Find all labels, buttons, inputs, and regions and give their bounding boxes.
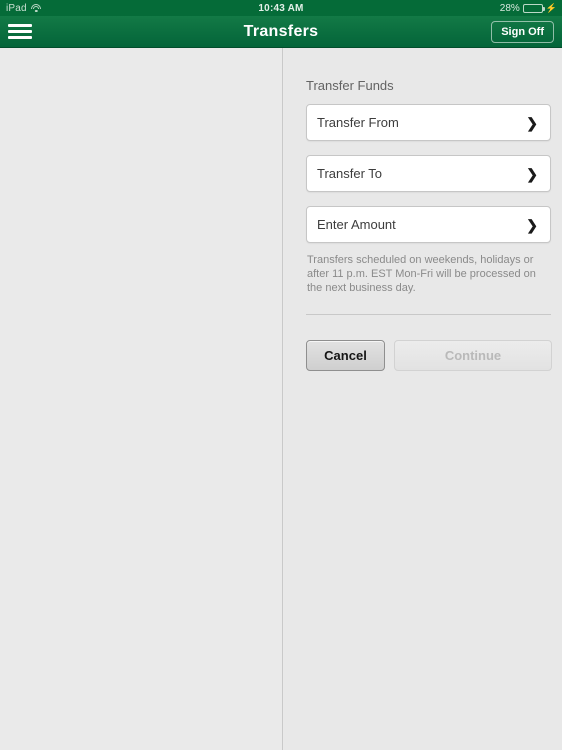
sign-off-button[interactable]: Sign Off — [491, 20, 554, 43]
navigation-bar: Transfers Sign Off — [0, 16, 562, 48]
chevron-right-icon: ❯ — [526, 216, 538, 233]
lightning-bolt-icon: ⚡ — [545, 2, 557, 13]
battery-percent-label: 28% — [499, 2, 520, 14]
cancel-button[interactable]: Cancel — [306, 340, 385, 371]
status-bar-right: 28% ⚡ — [500, 3, 557, 14]
transfer-from-field[interactable]: Transfer From ❯ — [306, 104, 551, 141]
chevron-right-icon: ❯ — [526, 165, 538, 182]
battery-icon — [522, 3, 545, 13]
app-root: iPad 10:43 AM 28% ⚡ Transfers Sign Off T… — [0, 0, 562, 750]
enter-amount-label: Enter Amount — [317, 217, 396, 232]
disclaimer-text: Transfers scheduled on weekends, holiday… — [307, 254, 536, 294]
status-bar-clock: 10:43 AM — [258, 2, 304, 14]
form-divider — [306, 314, 551, 315]
chevron-right-icon: ❯ — [526, 114, 538, 131]
transfer-from-label: Transfer From — [317, 115, 399, 130]
transfer-form-pane: Transfer Funds Transfer From ❯ Transfer … — [284, 48, 562, 750]
left-empty-pane — [0, 48, 283, 750]
status-bar: iPad 10:43 AM 28% ⚡ — [0, 0, 562, 16]
section-title: Transfer Funds — [306, 78, 394, 93]
content-area: Transfer Funds Transfer From ❯ Transfer … — [0, 48, 562, 750]
continue-button[interactable]: Continue — [394, 340, 552, 371]
page-title: Transfers — [243, 22, 319, 40]
form-actions: Cancel Continue — [306, 340, 552, 372]
enter-amount-field[interactable]: Enter Amount ❯ — [306, 206, 551, 243]
transfer-to-label: Transfer To — [317, 166, 383, 181]
transfer-to-field[interactable]: Transfer To ❯ — [306, 155, 551, 192]
